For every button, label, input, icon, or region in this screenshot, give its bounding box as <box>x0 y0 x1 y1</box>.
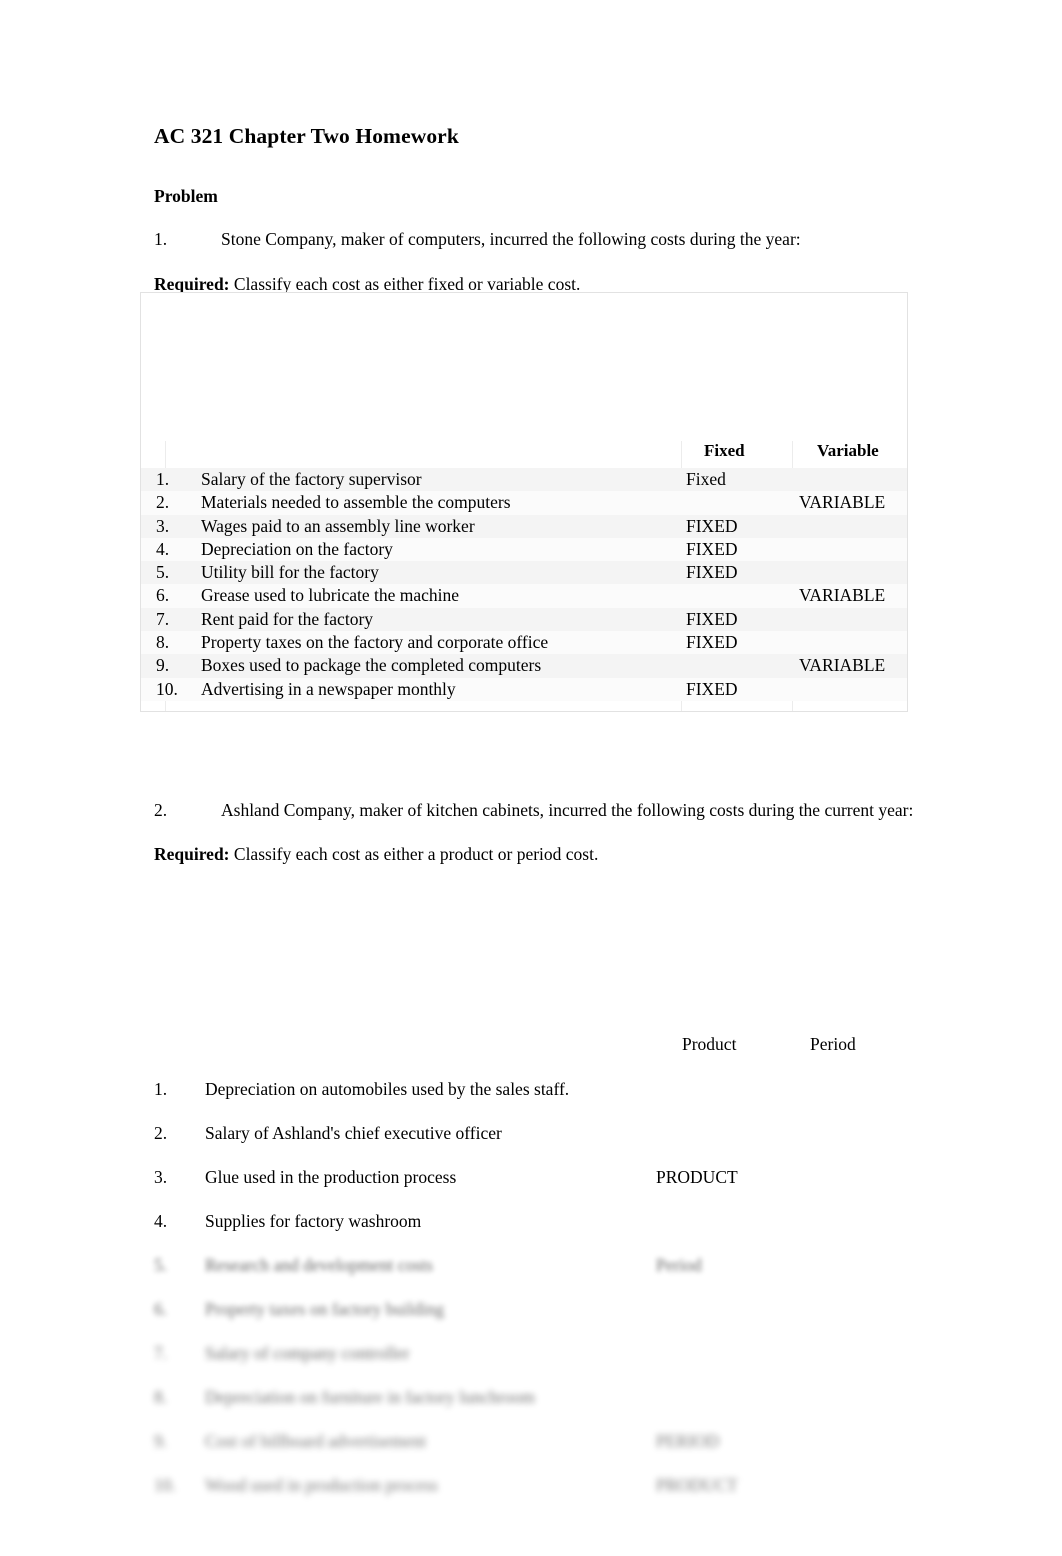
list-item: 10. Wood used in production process PRODU… <box>154 1475 954 1496</box>
row-number: 6. <box>156 585 170 606</box>
list-item-answer: Period <box>656 1255 702 1275</box>
list-item-answer: PRODUCT <box>656 1167 738 1187</box>
row-fixed-answer: FIXED <box>686 678 738 699</box>
row-fixed-answer: FIXED <box>686 515 738 536</box>
row-variable-answer: VARIABLE <box>799 585 886 606</box>
problem-1-text: Stone Company, maker of computers, incur… <box>221 229 801 249</box>
column-header-product: Product <box>682 1034 737 1054</box>
problem-2-number: 2. <box>154 800 168 820</box>
list-item-label: Depreciation on furniture in factory lun… <box>205 1387 535 1407</box>
column-header-variable: Variable <box>817 441 879 460</box>
list-item: 8. Depreciation on furniture in factory l… <box>154 1387 954 1408</box>
list-item-number: 6. <box>154 1299 168 1319</box>
row-fixed-answer: FIXED <box>686 632 738 653</box>
list-item-number: 8. <box>154 1387 168 1407</box>
list-item: 6. Property taxes on factory building <box>154 1299 954 1320</box>
list-item-label: Depreciation on automobiles used by the … <box>205 1079 570 1099</box>
row-fixed-answer: FIXED <box>686 538 738 559</box>
column-header-period: Period <box>810 1034 856 1054</box>
list-item-label: Wood used in production process <box>205 1475 438 1495</box>
row-cost-label: Materials needed to assemble the compute… <box>201 492 511 513</box>
problem-1-number: 1. <box>154 229 168 249</box>
list-item-number: 7. <box>154 1343 168 1363</box>
list-item-answer: PRODUCT <box>656 1475 738 1495</box>
page-title: AC 321 Chapter Two Homework <box>154 124 459 148</box>
row-number: 10. <box>156 678 178 699</box>
table-row: 6. Grease used to lubricate the machine … <box>141 584 907 608</box>
product-period-header-row: Product Period <box>0 1034 1062 1060</box>
row-variable-answer: VARIABLE <box>799 492 886 513</box>
table-row: 7. Rent paid for the factory FIXED <box>141 607 907 632</box>
list-item-label: Salary of Ashland's chief executive offi… <box>205 1123 502 1143</box>
list-item-number: 5. <box>154 1255 168 1275</box>
problem-2-required-line: Required: Classify each cost as either a… <box>154 844 598 865</box>
row-number: 2. <box>156 492 170 513</box>
table-row: 10. Advertising in a newspaper monthly F… <box>141 677 907 701</box>
list-item-label: Cost of billboard advertisement <box>205 1431 427 1451</box>
row-cost-label: Depreciation on the factory <box>201 538 393 559</box>
row-cost-label: Wages paid to an assembly line worker <box>201 515 475 536</box>
list-item-label: Supplies for factory washroom <box>205 1211 422 1231</box>
section-heading-problem: Problem <box>154 186 218 206</box>
problem-2-required-text: Classify each cost as either a product o… <box>229 844 599 864</box>
table-row: 5. Utility bill for the factory FIXED <box>141 561 907 585</box>
list-item: 7. Salary of company controller <box>154 1343 954 1364</box>
row-cost-label: Property taxes on the factory and corpor… <box>201 632 549 653</box>
row-number: 1. <box>156 469 170 489</box>
list-item: 3. Glue used in the production process PR… <box>154 1167 954 1188</box>
list-item-label: Research and development costs <box>205 1255 433 1275</box>
row-number: 3. <box>156 515 170 536</box>
table-header-row: Fixed Variable <box>141 441 907 467</box>
list-item-number: 2. <box>154 1123 168 1143</box>
list-item-number: 1. <box>154 1079 168 1099</box>
fixed-variable-table: Fixed Variable 1. Salary of the factory … <box>140 292 908 712</box>
list-item: 4. Supplies for factory washroom <box>154 1211 954 1232</box>
list-item: 2. Salary of Ashland's chief executive of… <box>154 1123 954 1144</box>
problem-1-prompt: 1. Stone Company, maker of computers, inc… <box>154 229 801 250</box>
fixed-variable-table-body: Fixed Variable 1. Salary of the factory … <box>141 441 907 711</box>
problem-2-required-label: Required: <box>154 844 230 864</box>
row-cost-label: Grease used to lubricate the machine <box>201 585 460 606</box>
list-item: 9. Cost of billboard advertisement PERIOD <box>154 1431 954 1452</box>
row-number: 7. <box>156 608 170 629</box>
row-cost-label: Rent paid for the factory <box>201 608 374 629</box>
row-cost-label: Boxes used to package the completed comp… <box>201 655 542 676</box>
row-fixed-answer: Fixed <box>686 469 726 489</box>
column-header-fixed: Fixed <box>704 441 745 460</box>
list-item-number: 9. <box>154 1431 168 1451</box>
problem-2-text: Ashland Company, maker of kitchen cabine… <box>221 800 914 820</box>
list-item-number: 4. <box>154 1211 168 1231</box>
table-row: 3. Wages paid to an assembly line worker… <box>141 514 907 538</box>
list-item-answer: PERIOD <box>656 1431 720 1451</box>
list-item-label: Glue used in the production process <box>205 1167 457 1187</box>
row-fixed-answer: FIXED <box>686 562 738 583</box>
row-number: 5. <box>156 562 170 583</box>
table-row: 9. Boxes used to package the completed c… <box>141 654 907 678</box>
table-row: 1. Salary of the factory supervisor Fixe… <box>141 468 907 492</box>
list-item-number: 3. <box>154 1167 168 1187</box>
list-item: 1. Depreciation on automobiles used by th… <box>154 1079 954 1100</box>
row-variable-answer: VARIABLE <box>799 655 886 676</box>
row-cost-label: Utility bill for the factory <box>201 562 379 583</box>
problem-1-required-label: Required: <box>154 274 230 294</box>
row-number: 8. <box>156 632 170 653</box>
row-fixed-answer: FIXED <box>686 608 738 629</box>
table-row: 8. Property taxes on the factory and cor… <box>141 631 907 655</box>
list-item-label: Salary of company controller <box>205 1343 410 1363</box>
list-item-number: 10. <box>154 1475 176 1495</box>
table-row: 2. Materials needed to assemble the comp… <box>141 491 907 515</box>
row-cost-label: Salary of the factory supervisor <box>201 469 422 489</box>
list-item-label: Property taxes on factory building <box>205 1299 445 1319</box>
row-number: 4. <box>156 538 170 559</box>
table-rows: 1. Salary of the factory supervisor Fixe… <box>141 468 907 701</box>
row-number: 9. <box>156 655 170 676</box>
document-page: AC 321 Chapter Two Homework Problem 1. St… <box>0 0 1062 1556</box>
table-row: 4. Depreciation on the factory FIXED <box>141 537 907 562</box>
problem-2-prompt: 2. Ashland Company, maker of kitchen cabi… <box>154 800 913 821</box>
row-cost-label: Advertising in a newspaper monthly <box>201 678 456 699</box>
list-item: 5. Research and development costs Period <box>154 1255 954 1276</box>
problem-1-required-text: Classify each cost as either fixed or va… <box>229 274 581 294</box>
